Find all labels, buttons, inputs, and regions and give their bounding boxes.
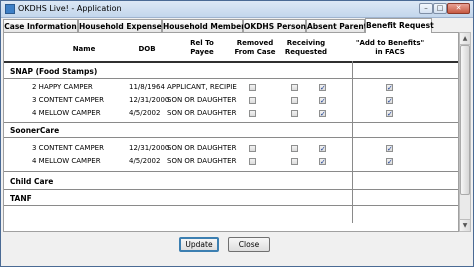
section-divider — [4, 171, 458, 172]
requested-checkbox[interactable]: ✓ — [319, 145, 326, 153]
section-divider — [4, 78, 458, 79]
header-add-to-benefits: "Add to Benefits" in FACS — [355, 39, 425, 56]
header-divider — [4, 61, 458, 63]
removed-checkbox[interactable] — [249, 84, 256, 91]
header-rel-to-payee: Rel To Payee — [190, 39, 214, 56]
minimize-icon: – — [424, 4, 428, 12]
requested-checkbox[interactable]: ✓ — [319, 84, 326, 92]
receiving-checkbox[interactable] — [291, 158, 298, 165]
window-title: OKDHS Live! - Application — [18, 4, 122, 13]
tab-benefit-request[interactable]: Benefit Request — [365, 18, 434, 33]
tab-absent-parent[interactable]: Absent Parent — [306, 19, 367, 32]
close-icon: ✕ — [455, 4, 462, 12]
add-to-benefits-checkbox[interactable]: ✓ — [386, 97, 393, 105]
requested-checkbox[interactable]: ✓ — [319, 158, 326, 166]
tab-bar: Case Information Household Expenses Hous… — [3, 18, 473, 33]
benefit-request-panel: Name DOB Rel To Payee Removed From Case … — [3, 32, 459, 232]
header-receiving-requested: Receiving Requested — [284, 39, 328, 56]
scroll-up-arrow-icon[interactable]: ▲ — [460, 33, 470, 45]
row-dob: 11/8/1964 — [129, 83, 165, 91]
row-dob: 4/5/2002 — [129, 109, 161, 117]
section-snap: SNAP (Food Stamps) — [10, 67, 98, 76]
row-dob: 12/31/2000 — [129, 144, 170, 152]
tab-household-expenses[interactable]: Household Expenses — [78, 19, 166, 32]
title-bar: OKDHS Live! - Application – □ ✕ — [1, 1, 473, 18]
row-dob: 12/31/2000 — [129, 96, 170, 104]
section-tanf: TANF — [10, 194, 32, 203]
application-window: OKDHS Live! - Application – □ ✕ Case Inf… — [0, 0, 474, 267]
section-soonercare: SoonerCare — [10, 126, 60, 135]
row-name: 4 MELLOW CAMPER — [32, 109, 101, 117]
section-divider — [4, 137, 458, 138]
receiving-checkbox[interactable] — [291, 84, 298, 91]
scroll-down-arrow-icon[interactable]: ▼ — [460, 219, 470, 231]
section-child-care: Child Care — [10, 177, 54, 186]
add-to-benefits-checkbox[interactable]: ✓ — [386, 158, 393, 166]
row-rel: SON OR DAUGHTER — [167, 157, 237, 165]
scrollbar-thumb[interactable] — [460, 45, 470, 195]
column-divider — [352, 61, 353, 223]
section-divider — [4, 189, 458, 190]
removed-checkbox[interactable] — [249, 145, 256, 152]
row-name: 3 CONTENT CAMPER — [32, 96, 104, 104]
close-button[interactable]: Close — [228, 237, 270, 252]
minimize-button[interactable]: – — [419, 3, 433, 14]
row-rel: SON OR DAUGHTER — [167, 109, 237, 117]
row-name: 2 HAPPY CAMPER — [32, 83, 93, 91]
maximize-button[interactable]: □ — [433, 3, 447, 14]
add-to-benefits-checkbox[interactable]: ✓ — [386, 110, 393, 118]
receiving-checkbox[interactable] — [291, 145, 298, 152]
add-to-benefits-checkbox[interactable]: ✓ — [386, 84, 393, 92]
app-icon — [5, 4, 15, 14]
vertical-scrollbar[interactable]: ▲ ▼ — [459, 32, 471, 232]
update-button[interactable]: Update — [179, 237, 219, 252]
header-dob: DOB — [138, 45, 156, 53]
row-rel: APPLICANT, RECIPIE — [167, 83, 237, 91]
section-divider — [4, 205, 458, 206]
close-window-button[interactable]: ✕ — [447, 3, 470, 14]
receiving-checkbox[interactable] — [291, 97, 298, 104]
removed-checkbox[interactable] — [249, 110, 256, 117]
tab-okdhs-person[interactable]: OKDHS Person — [243, 19, 306, 32]
requested-checkbox[interactable]: ✓ — [319, 110, 326, 118]
removed-checkbox[interactable] — [249, 97, 256, 104]
row-name: 4 MELLOW CAMPER — [32, 157, 101, 165]
tab-case-information[interactable]: Case Information — [3, 19, 78, 32]
row-dob: 4/5/2002 — [129, 157, 161, 165]
row-rel: SON OR DAUGHTER — [167, 144, 237, 152]
row-name: 3 CONTENT CAMPER — [32, 144, 104, 152]
row-rel: SON OR DAUGHTER — [167, 96, 237, 104]
add-to-benefits-checkbox[interactable]: ✓ — [386, 145, 393, 153]
section-divider — [4, 122, 458, 123]
requested-checkbox[interactable]: ✓ — [319, 97, 326, 105]
maximize-icon: □ — [436, 4, 444, 12]
receiving-checkbox[interactable] — [291, 110, 298, 117]
tab-household-members[interactable]: Household Members — [162, 19, 249, 32]
removed-checkbox[interactable] — [249, 158, 256, 165]
header-name: Name — [72, 45, 96, 53]
